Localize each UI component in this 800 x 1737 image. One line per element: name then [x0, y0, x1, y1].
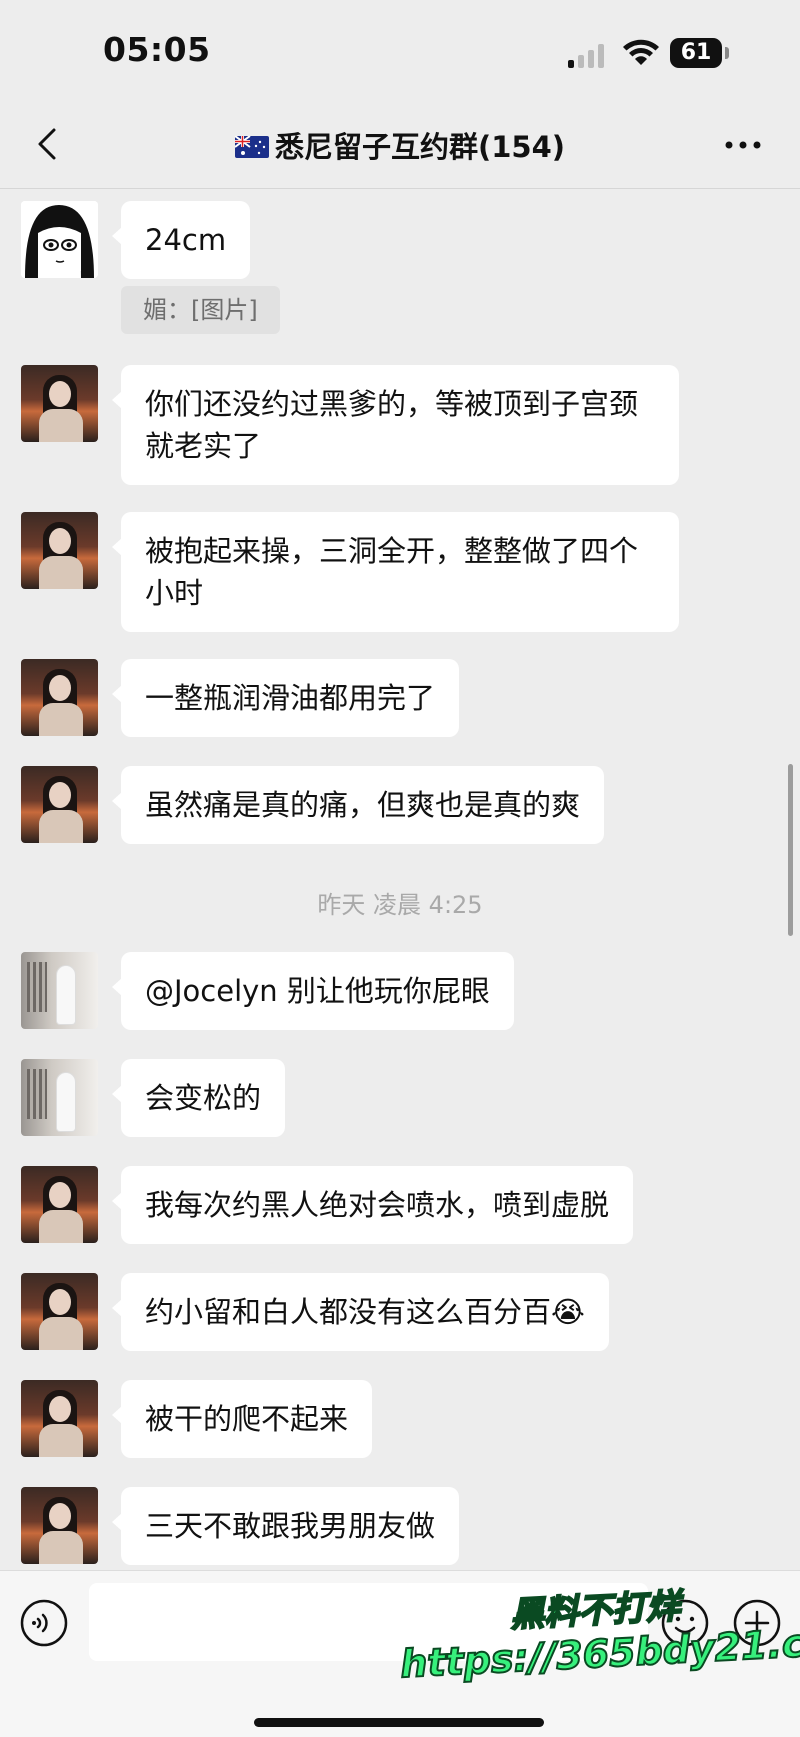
avatar[interactable]	[21, 1166, 98, 1243]
message-row: 三天不敢跟我男朋友做	[0, 1487, 800, 1567]
avatar[interactable]	[21, 201, 98, 278]
home-indicator	[254, 1718, 544, 1727]
avatar[interactable]	[21, 1273, 98, 1350]
message-row: 被干的爬不起来	[0, 1380, 800, 1460]
status-bar: 05:05 61	[0, 0, 800, 110]
status-time: 05:05	[103, 30, 211, 69]
battery-icon: 61	[670, 38, 722, 68]
message-row: 24cm 媚：[图片]	[0, 189, 800, 334]
anime-avatar-image	[21, 201, 98, 278]
message-bubble[interactable]: 被抱起来操，三洞全开，整整做了四个小时	[112, 512, 679, 632]
nav-bar: 悉尼留子互约群(154)	[0, 110, 800, 189]
message-row: 会变松的	[0, 1059, 800, 1139]
timestamp: 昨天 凌晨 4:25	[317, 891, 483, 919]
message-bubble[interactable]: 24cm	[111, 201, 251, 279]
message-bubble[interactable]: 我每次约黑人绝对会喷水，喷到虚脱	[111, 1166, 634, 1244]
voice-input-icon[interactable]	[19, 1598, 69, 1648]
emoji-icon[interactable]	[660, 1598, 710, 1648]
message-row: 被抱起来操，三洞全开，整整做了四个小时	[0, 512, 800, 642]
battery-tip	[725, 47, 729, 59]
message-bubble[interactable]: 被干的爬不起来	[111, 1380, 373, 1458]
avatar[interactable]	[21, 766, 98, 843]
message-row: 虽然痛是真的痛，但爽也是真的爽	[0, 766, 800, 846]
plus-icon[interactable]	[732, 1598, 782, 1648]
quoted-reply[interactable]: 媚：[图片]	[121, 286, 280, 334]
avatar[interactable]	[21, 1380, 98, 1457]
avatar[interactable]	[21, 365, 98, 442]
chat-title[interactable]: 悉尼留子互约群(154)	[0, 124, 800, 166]
message-bubble[interactable]: 你们还没约过黑爹的，等被顶到子宫颈就老实了	[112, 365, 679, 485]
chat-title-text: 悉尼留子互约群(154)	[274, 130, 566, 164]
input-bar	[0, 1570, 800, 1737]
more-options-icon[interactable]	[722, 130, 764, 160]
scrollbar[interactable]	[788, 764, 793, 936]
signal-icon	[568, 42, 608, 68]
message-bubble[interactable]: 约小留和白人都没有这么百分百😭	[112, 1273, 609, 1351]
message-row: 你们还没约过黑爹的，等被顶到子宫颈就老实了	[0, 365, 800, 495]
message-row: @Jocelyn 别让他玩你屁眼	[0, 952, 800, 1032]
message-row: 我每次约黑人绝对会喷水，喷到虚脱	[0, 1166, 800, 1246]
message-bubble[interactable]: 三天不敢跟我男朋友做	[111, 1487, 460, 1565]
message-input[interactable]	[89, 1583, 648, 1661]
australia-flag-icon	[234, 136, 269, 158]
wifi-icon	[623, 39, 659, 65]
message-row: 约小留和白人都没有这么百分百😭	[0, 1273, 800, 1353]
avatar[interactable]	[21, 1487, 98, 1564]
avatar[interactable]	[21, 952, 98, 1029]
message-row: 一整瓶润滑油都用完了	[0, 659, 800, 739]
message-bubble[interactable]: 虽然痛是真的痛，但爽也是真的爽	[111, 766, 605, 844]
chat-messages[interactable]: 24cm 媚：[图片] 你们还没约过黑爹的，等被顶到子宫颈就老实了 被抱起来操，…	[0, 189, 800, 1570]
avatar[interactable]	[21, 512, 98, 589]
message-bubble[interactable]: @Jocelyn 别让他玩你屁眼	[112, 952, 514, 1030]
avatar[interactable]	[21, 659, 98, 736]
message-bubble[interactable]: 会变松的	[111, 1059, 286, 1137]
avatar[interactable]	[21, 1059, 98, 1136]
message-bubble[interactable]: 一整瓶润滑油都用完了	[111, 659, 460, 737]
